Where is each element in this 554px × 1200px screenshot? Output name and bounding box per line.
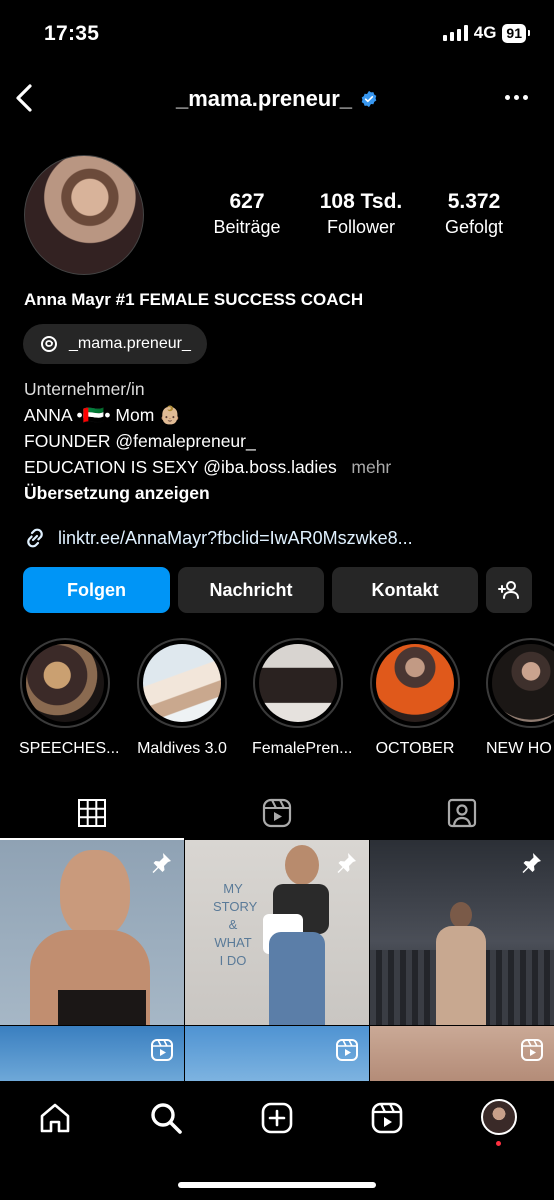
suggested-users-button[interactable] — [486, 567, 532, 613]
contact-button[interactable]: Kontakt — [332, 567, 478, 613]
highlight-cover — [492, 644, 554, 722]
nav-reels[interactable] — [370, 1101, 404, 1135]
grid-post-6[interactable] — [370, 1026, 554, 1081]
reels-icon — [521, 1039, 543, 1061]
grid-post-4[interactable] — [0, 1026, 184, 1081]
bio-line-3: FOUNDER @femalepreneur_ — [24, 431, 256, 451]
highlight-cover — [26, 644, 104, 722]
post-photo-shape — [58, 990, 146, 1025]
stat-followers-label: Follower — [326, 217, 396, 237]
highlight-new-home[interactable]: NEW HO — [486, 638, 554, 758]
stat-following-value: 5.372 — [447, 190, 501, 213]
post-photo-shape — [285, 845, 319, 885]
nav-profile-avatar[interactable] — [481, 1099, 517, 1135]
tab-posts-grid[interactable] — [0, 786, 184, 840]
follow-button[interactable]: Folgen — [23, 567, 170, 613]
username-title: _mama.preneur_ — [175, 86, 353, 111]
tagged-icon — [447, 798, 477, 828]
grid-icon — [78, 799, 106, 827]
highlight-label: FemalePren... — [252, 740, 353, 757]
pin-icon — [152, 853, 171, 873]
post-photo-shape — [269, 932, 325, 1025]
bio-line-4: EDUCATION IS SEXY @iba.boss.ladies mehr — [24, 454, 391, 480]
tab-reels[interactable] — [185, 786, 369, 840]
network-type: 4G — [473, 23, 497, 42]
stat-following-label: Gefolgt — [444, 217, 504, 237]
profile-header: _mama.preneur_ — [0, 86, 554, 112]
reels-icon — [151, 1039, 173, 1061]
profile-full-name: Anna Mayr #1 FEMALE SUCCESS COACH — [24, 290, 364, 309]
post-overlay-text: MY STORY & WHAT I DO — [213, 881, 258, 968]
profile-content-tabs — [0, 786, 554, 840]
home-indicator — [178, 1182, 376, 1188]
grid-post-3[interactable] — [370, 840, 554, 1025]
bio-line-4-text: EDUCATION IS SEXY @iba.boss.ladies — [24, 457, 337, 477]
highlight-cover — [259, 644, 337, 722]
pin-icon — [337, 853, 356, 873]
threads-icon — [41, 336, 57, 352]
grid-post-5[interactable] — [185, 1026, 369, 1081]
stat-followers[interactable]: 108 Tsd. Follower — [306, 190, 416, 238]
bio-line-2: ANNA •🇦🇪• Mom 👶🏼 — [24, 405, 181, 425]
highlight-label: Maldives 3.0 — [137, 740, 227, 757]
stat-posts[interactable]: 627 Beiträge — [200, 190, 294, 238]
more-options-button[interactable] — [505, 95, 528, 100]
home-icon — [40, 1103, 70, 1133]
nav-search[interactable] — [149, 1101, 183, 1135]
highlight-cover — [376, 644, 454, 722]
reels-icon — [336, 1039, 358, 1061]
highlight-label: OCTOBER — [375, 740, 455, 757]
bio-more-link[interactable]: mehr — [351, 457, 391, 477]
profile-link-text: linktr.ee/AnnaMayr?fbclid=IwAR0Mszwke8..… — [58, 527, 413, 548]
signal-icon — [442, 25, 468, 41]
threads-handle: _mama.preneur_ — [69, 335, 191, 352]
post-photo-shape — [450, 902, 472, 928]
verified-badge-icon — [361, 90, 377, 108]
pin-icon — [522, 853, 541, 873]
post-photo-shape — [60, 850, 130, 938]
highlight-label: NEW HO — [486, 740, 552, 757]
translate-link[interactable]: Übersetzung anzeigen — [24, 480, 391, 506]
highlight-speeches[interactable]: SPEECHES... — [19, 638, 120, 758]
highlight-femalepreneur[interactable]: FemalePren... — [252, 638, 353, 758]
add-person-icon — [498, 581, 519, 599]
battery-indicator: 91 — [502, 23, 530, 43]
post-photo-shape — [436, 926, 486, 1025]
stat-posts-label: Beiträge — [213, 217, 281, 237]
profile-bio: Unternehmer/in ANNA •🇦🇪• Mom 👶🏼 FOUNDER … — [24, 376, 391, 506]
reels-icon — [371, 1102, 403, 1134]
grid-post-1[interactable] — [0, 840, 184, 1025]
grid-post-2[interactable]: MY STORY & WHAT I DO — [185, 840, 369, 1025]
message-button[interactable]: Nachricht — [178, 567, 324, 613]
status-indicators: 4G 91 — [442, 23, 530, 43]
status-time: 17:35 — [44, 22, 100, 45]
link-icon — [27, 528, 43, 548]
highlight-october[interactable]: OCTOBER — [369, 638, 461, 758]
profile-link[interactable]: linktr.ee/AnnaMayr?fbclid=IwAR0Mszwke8..… — [22, 525, 413, 551]
highlight-label: SPEECHES... — [19, 740, 120, 757]
threads-badge[interactable]: _mama.preneur_ — [23, 324, 207, 364]
stat-following[interactable]: 5.372 Gefolgt — [430, 190, 518, 238]
bio-category: Unternehmer/in — [24, 379, 145, 399]
reels-icon — [262, 798, 292, 828]
nav-create[interactable] — [260, 1101, 294, 1135]
search-icon — [151, 1103, 182, 1134]
notification-dot — [496, 1141, 501, 1146]
profile-avatar[interactable] — [24, 155, 144, 275]
translate-link-label: Übersetzung anzeigen — [24, 483, 210, 503]
tab-tagged[interactable] — [370, 786, 554, 840]
highlight-cover — [143, 644, 221, 722]
nav-home[interactable] — [38, 1101, 72, 1135]
create-icon — [261, 1102, 293, 1134]
highlight-maldives[interactable]: Maldives 3.0 — [136, 638, 228, 758]
stat-followers-value: 108 Tsd. — [319, 190, 403, 213]
stat-posts-value: 627 — [229, 190, 265, 213]
